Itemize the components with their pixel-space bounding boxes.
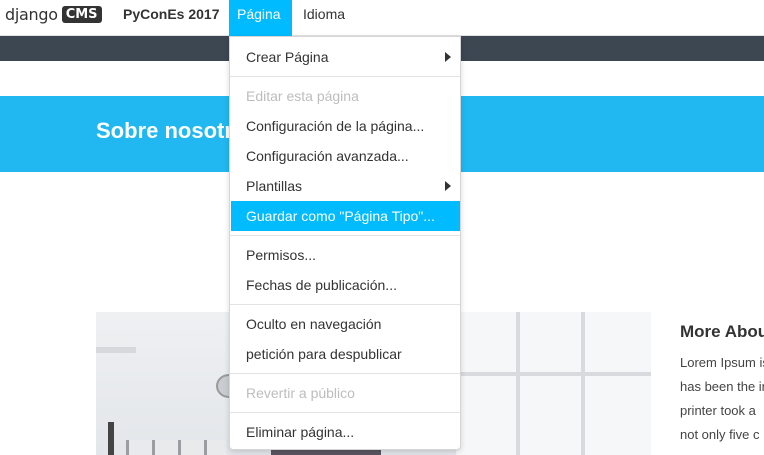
menu-item-editar-pagina: Editar esta página xyxy=(231,81,460,111)
menu-item-label: Fechas de publicación... xyxy=(246,277,397,293)
menu-item-permisos[interactable]: Permisos... xyxy=(231,240,460,270)
menu-item-guardar-pagina-tipo[interactable]: Guardar como "Página Tipo"... xyxy=(231,201,460,231)
menu-item-crear-pagina[interactable]: Crear Página xyxy=(231,42,460,72)
menu-item-configuracion-pagina[interactable]: Configuración de la página... xyxy=(231,111,460,141)
menu-separator xyxy=(230,412,460,413)
menu-item-label: Crear Página xyxy=(246,49,329,65)
pagina-dropdown-menu: Crear Página Editar esta página Configur… xyxy=(229,36,461,450)
cms-toolbar: django CMS PyConEs 2017 Página Idioma xyxy=(0,0,764,36)
menu-separator xyxy=(230,235,460,236)
menu-item-label: Permisos... xyxy=(246,247,317,263)
sidebar-line: Lorem Ipsum is xyxy=(680,355,764,370)
toolbar-idioma-menu[interactable]: Idioma xyxy=(295,0,353,36)
toolbar-site-menu[interactable]: PyConEs 2017 xyxy=(115,0,228,36)
photo-shelf xyxy=(96,347,136,353)
photo-hanger xyxy=(108,422,114,455)
submenu-arrow-icon xyxy=(445,181,451,191)
menu-item-label: Oculto en navegación xyxy=(246,316,382,332)
logo-text: django xyxy=(5,4,58,24)
sidebar-body: Lorem Ipsum is has been the in printer t… xyxy=(680,351,764,447)
menu-item-oculto-navegacion[interactable]: Oculto en navegación xyxy=(231,309,460,339)
menu-item-label: Editar esta página xyxy=(246,88,359,104)
menu-separator xyxy=(230,304,460,305)
menu-separator xyxy=(230,373,460,374)
menu-item-peticion-despublicar[interactable]: petición para despublicar xyxy=(231,339,460,369)
django-cms-logo[interactable]: django CMS xyxy=(5,4,102,24)
menu-separator xyxy=(230,76,460,77)
photo-chair xyxy=(126,440,226,455)
photo-window xyxy=(456,312,651,455)
menu-item-eliminar-pagina[interactable]: Eliminar página... xyxy=(231,417,460,447)
toolbar-pagina-menu[interactable]: Página xyxy=(229,0,292,36)
menu-item-configuracion-avanzada[interactable]: Configuración avanzada... xyxy=(231,141,460,171)
window-mullion xyxy=(456,372,651,376)
menu-item-label: Revertir a público xyxy=(246,385,355,401)
menu-item-plantillas[interactable]: Plantillas xyxy=(231,171,460,201)
menu-item-label: petición para despublicar xyxy=(246,346,402,362)
sidebar-line: not only five c xyxy=(680,427,760,442)
sidebar-title: More About xyxy=(680,322,764,341)
logo-badge: CMS xyxy=(61,5,102,23)
sidebar-line: has been the in xyxy=(680,379,764,394)
menu-item-label: Eliminar página... xyxy=(246,424,355,440)
sidebar-line: printer took a xyxy=(680,403,756,418)
menu-item-revertir-publico: Revertir a público xyxy=(231,378,460,408)
window-mullion xyxy=(581,312,585,455)
submenu-arrow-icon xyxy=(445,52,451,62)
menu-item-fechas-publicacion[interactable]: Fechas de publicación... xyxy=(231,270,460,300)
menu-item-label: Plantillas xyxy=(246,178,303,194)
menu-item-label: Guardar como "Página Tipo"... xyxy=(246,208,435,224)
menu-item-label: Configuración avanzada... xyxy=(246,148,409,164)
menu-item-label: Configuración de la página... xyxy=(246,118,425,134)
window-mullion xyxy=(516,312,520,455)
